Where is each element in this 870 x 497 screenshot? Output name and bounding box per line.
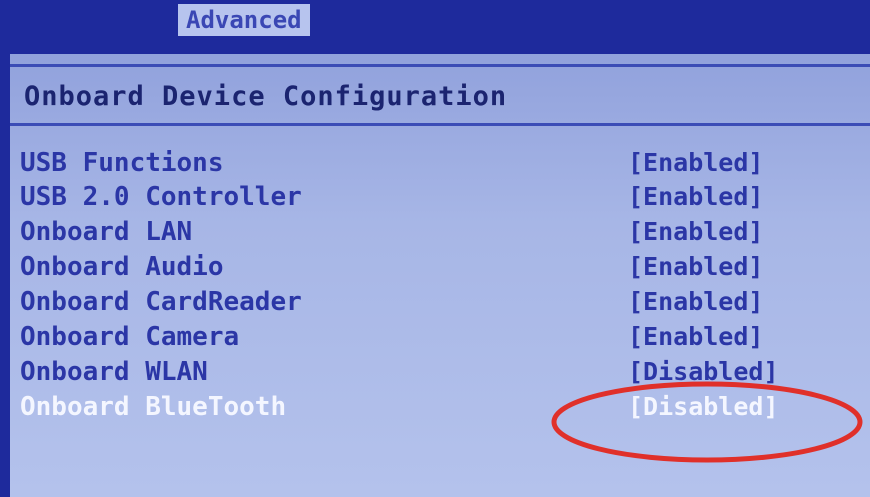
page-title: Onboard Device Configuration xyxy=(24,81,508,112)
settings-panel: Onboard Device Configuration USB Functio… xyxy=(10,54,870,497)
setting-row-onboard-lan[interactable]: Onboard LAN [Enabled] xyxy=(10,215,870,249)
setting-row-usb-controller[interactable]: USB 2.0 Controller [Enabled] xyxy=(10,180,870,214)
bios-title-bar: Advanced xyxy=(0,0,870,50)
setting-label: Onboard Audio xyxy=(20,252,224,282)
bios-screen: Advanced Onboard Device Configuration US… xyxy=(0,0,870,497)
setting-value[interactable]: [Disabled] xyxy=(628,355,779,389)
setting-label: Onboard WLAN xyxy=(20,357,208,387)
setting-label: Onboard CardReader xyxy=(20,287,302,317)
setting-row-onboard-audio[interactable]: Onboard Audio [Enabled] xyxy=(10,250,870,284)
setting-value[interactable]: [Enabled] xyxy=(628,285,763,319)
setting-row-onboard-cardreader[interactable]: Onboard CardReader [Enabled] xyxy=(10,285,870,319)
setting-row-usb-functions[interactable]: USB Functions [Enabled] xyxy=(10,146,870,180)
setting-row-onboard-wlan[interactable]: Onboard WLAN [Disabled] xyxy=(10,355,870,389)
tab-advanced[interactable]: Advanced xyxy=(178,4,310,36)
left-border xyxy=(0,50,10,497)
setting-label: Onboard Camera xyxy=(20,322,240,352)
setting-value[interactable]: [Enabled] xyxy=(628,320,763,354)
setting-label: USB Functions xyxy=(20,148,224,178)
setting-value[interactable]: [Enabled] xyxy=(628,180,763,214)
setting-label: USB 2.0 Controller xyxy=(20,182,302,212)
section-header: Onboard Device Configuration xyxy=(10,64,870,126)
setting-label: Onboard LAN xyxy=(20,217,193,247)
setting-value[interactable]: [Enabled] xyxy=(628,146,763,180)
setting-value[interactable]: [Enabled] xyxy=(628,215,763,249)
setting-row-onboard-bluetooth[interactable]: Onboard BlueTooth [Disabled] xyxy=(10,390,870,424)
setting-value[interactable]: [Enabled] xyxy=(628,250,763,284)
setting-row-onboard-camera[interactable]: Onboard Camera [Enabled] xyxy=(10,320,870,354)
setting-value[interactable]: [Disabled] xyxy=(628,390,779,424)
setting-label: Onboard BlueTooth xyxy=(20,392,287,422)
